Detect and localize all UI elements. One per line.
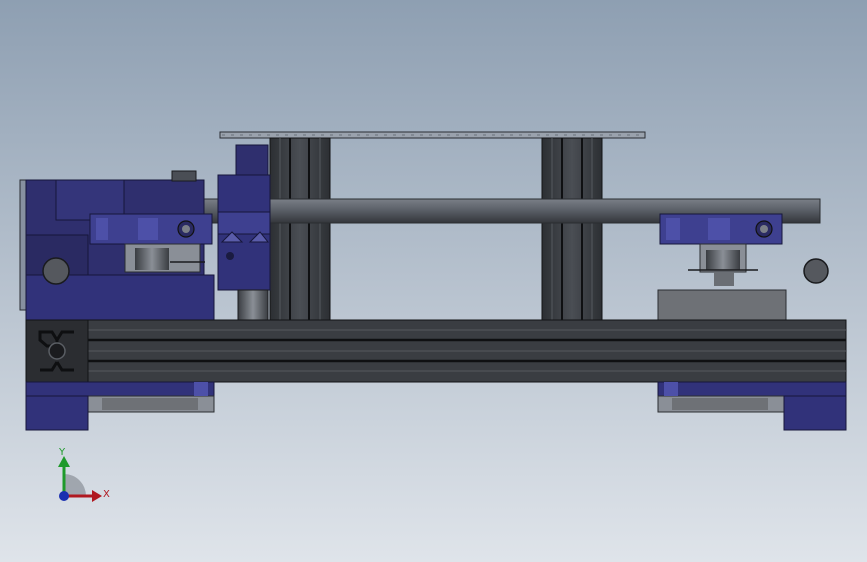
cad-viewport[interactable]: Y X (0, 0, 867, 562)
x-axis-label: X (103, 489, 110, 500)
z-axis-dot-icon (59, 491, 69, 501)
bolt-hole-icon (803, 258, 829, 284)
bolt-hole-icon (42, 257, 70, 285)
bolt-head-icon (182, 225, 190, 233)
base-extrusion[interactable] (25, 319, 847, 383)
right-vertical-extrusion[interactable] (541, 137, 603, 323)
screw-icon (226, 252, 234, 260)
right-bearing-block[interactable] (657, 289, 787, 323)
y-axis-label: Y (58, 447, 66, 458)
left-vertical-extrusion[interactable] (269, 137, 331, 323)
assembly-model[interactable]: Y X (0, 0, 867, 562)
bolt-head-icon (760, 225, 768, 233)
top-plate[interactable] (219, 131, 646, 139)
